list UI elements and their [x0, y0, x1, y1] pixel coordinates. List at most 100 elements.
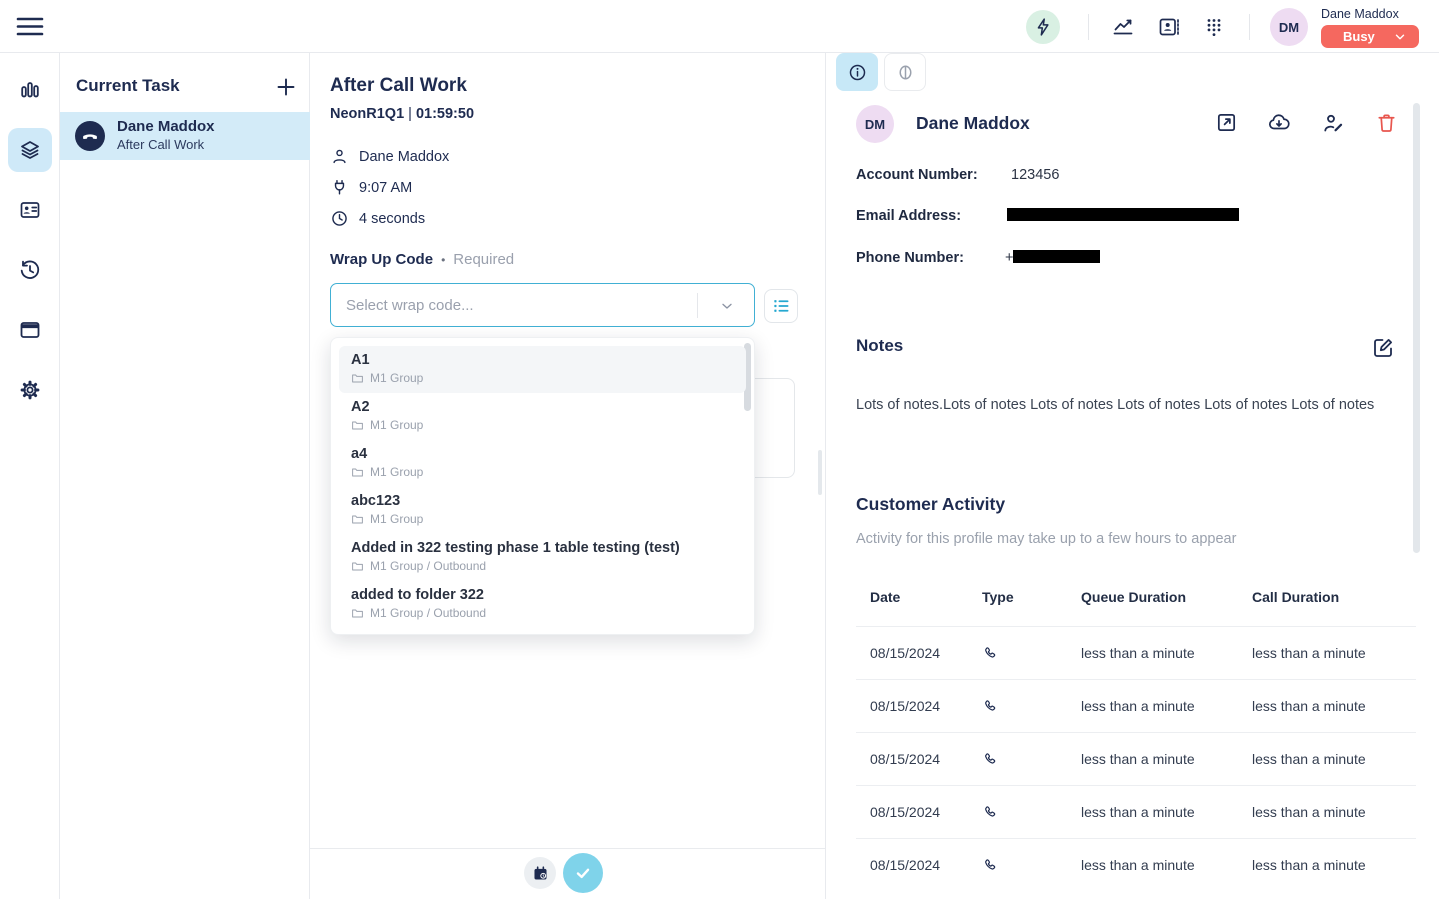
folder-icon: [351, 560, 364, 573]
edit-pencil-icon: [1371, 336, 1395, 360]
external-link-icon: [1215, 111, 1238, 134]
delete-contact-button[interactable]: [1375, 111, 1399, 135]
download-profile-button[interactable]: [1267, 111, 1291, 135]
profile-panel-scrollbar[interactable]: [1413, 103, 1420, 553]
col-queue-duration: Queue Duration: [1081, 589, 1252, 605]
tab-ai-insights[interactable]: [884, 53, 926, 91]
sidebar-item-history[interactable]: [18, 258, 42, 282]
phone-call-icon: [982, 751, 1081, 768]
edit-contact-button[interactable]: [1321, 111, 1345, 135]
topbar-divider: [1249, 14, 1250, 40]
phone-end-call-icon: [81, 127, 99, 145]
task-call-avatar: [75, 121, 105, 151]
app-root: DM Dane Maddox Busy Curren: [0, 0, 1439, 899]
activity-table-row: 08/15/2024 less than a minute less than …: [856, 626, 1416, 679]
topbar-divider: [1088, 14, 1089, 40]
check-icon: [572, 862, 594, 884]
col-type: Type: [970, 589, 1081, 605]
clock-icon: [330, 209, 349, 228]
task-footer: [310, 848, 825, 899]
cell-date: 08/15/2024: [856, 857, 970, 873]
activity-table: Date Type Queue Duration Call Duration 0…: [856, 586, 1416, 891]
phone-redacted-value: [1013, 250, 1100, 263]
call-time-row: 9:07 AM: [330, 178, 412, 197]
trash-icon: [1375, 111, 1398, 134]
agent-status-dropdown[interactable]: Busy: [1321, 25, 1419, 48]
wrap-code-select[interactable]: [330, 283, 755, 327]
list-icon: [771, 296, 791, 316]
hamburger-menu-icon[interactable]: [16, 14, 44, 39]
contact-name: Dane Maddox: [359, 149, 449, 165]
cell-date: 08/15/2024: [856, 804, 970, 820]
user-avatar[interactable]: DM: [1270, 8, 1308, 46]
option-group: M1 Group: [370, 464, 423, 480]
info-icon: [847, 62, 868, 83]
account-number-value: 123456: [1011, 167, 1059, 183]
dialpad-icon[interactable]: [1202, 15, 1226, 39]
cell-date: 08/15/2024: [856, 698, 970, 714]
option-group: M1 Group: [370, 511, 423, 527]
open-profile-button[interactable]: [1215, 111, 1239, 135]
sidebar-item-pages[interactable]: [18, 318, 42, 342]
contact-card-icon: [18, 198, 42, 222]
calendar-clock-icon: [532, 865, 549, 882]
quick-actions-button[interactable]: [1026, 10, 1060, 44]
cell-call-duration: less than a minute: [1252, 751, 1416, 767]
plug-icon: [330, 178, 349, 197]
cell-queue-duration: less than a minute: [1081, 645, 1252, 661]
edit-notes-button[interactable]: [1371, 336, 1395, 360]
contacts-card-icon[interactable]: [1157, 15, 1181, 39]
tab-profile-info[interactable]: [836, 53, 878, 91]
complete-task-button[interactable]: [563, 853, 603, 893]
duration-row: 4 seconds: [330, 209, 425, 228]
wrap-code-option[interactable]: abc123 M1 Group: [339, 487, 746, 534]
main-panel-scrollbar[interactable]: [818, 450, 822, 495]
sidebar-item-analytics[interactable]: [18, 78, 42, 102]
required-text: Required: [453, 251, 514, 268]
folder-icon: [351, 513, 364, 526]
cell-date: 08/15/2024: [856, 645, 970, 661]
wrap-code-option[interactable]: A1 M1 Group: [339, 346, 746, 393]
wrap-code-option[interactable]: A2 M1 Group: [339, 393, 746, 440]
cell-call-duration: less than a minute: [1252, 804, 1416, 820]
profile-avatar: DM: [856, 105, 894, 143]
browser-window-icon: [18, 318, 42, 342]
reporting-chart-icon[interactable]: [1111, 15, 1135, 39]
user-name: Dane Maddox: [1321, 7, 1399, 21]
sidebar-item-settings[interactable]: [18, 378, 42, 402]
wrap-up-code-label: Wrap Up Code • Required: [330, 251, 514, 268]
schedule-button[interactable]: [524, 857, 556, 889]
profile-panel: DM Dane Maddox Account Number: 123456 Em…: [826, 53, 1439, 899]
task-status: After Call Work: [117, 137, 204, 152]
person-icon: [330, 147, 349, 166]
add-task-button[interactable]: [274, 75, 298, 99]
profile-tabs: [836, 53, 926, 91]
folder-icon: [351, 372, 364, 385]
option-title: abc123: [351, 492, 734, 511]
phone-call-icon: [982, 857, 1081, 874]
required-bullet: •: [441, 253, 445, 267]
email-redacted-value: [1007, 208, 1239, 221]
option-title: Added in 322 testing phase 1 table testi…: [351, 539, 734, 558]
chevron-down-icon[interactable]: [718, 298, 736, 314]
task-timer: 01:59:50: [416, 106, 474, 122]
wrap-code-option[interactable]: added to folder 322 M1 Group / Outbound: [339, 581, 746, 628]
cell-type: [970, 645, 1081, 662]
sidebar-item-contacts[interactable]: [18, 198, 42, 222]
bar-chart-icon: [18, 78, 42, 102]
task-list-item[interactable]: Dane Maddox After Call Work: [60, 112, 310, 160]
sidebar-item-tasks[interactable]: [18, 138, 42, 162]
gear-icon: [18, 378, 42, 402]
wrap-code-input[interactable]: [346, 286, 676, 324]
plus-icon: [274, 75, 298, 99]
option-title: a4: [351, 445, 734, 464]
brain-icon: [895, 62, 916, 83]
task-campaign-timer: NeonR1Q1 | 01:59:50: [330, 106, 474, 122]
phone-call-icon: [982, 698, 1081, 715]
top-bar: DM Dane Maddox Busy: [0, 0, 1439, 53]
cell-call-duration: less than a minute: [1252, 857, 1416, 873]
wrap-code-option[interactable]: Added in 322 testing phase 1 table testi…: [339, 534, 746, 581]
browse-wrap-codes-button[interactable]: [764, 289, 798, 323]
wrap-code-option[interactable]: a4 M1 Group: [339, 440, 746, 487]
contact-name-row: Dane Maddox: [330, 147, 449, 166]
